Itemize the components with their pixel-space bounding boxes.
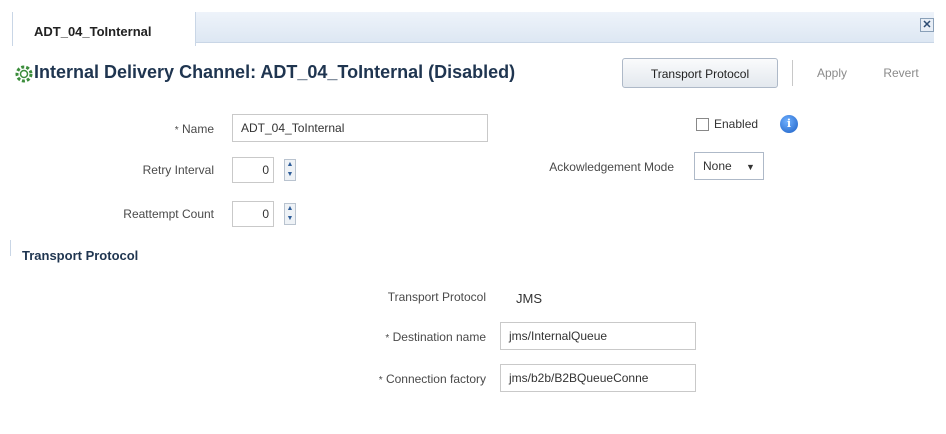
retry-interval-input[interactable]: 0 [232, 157, 274, 183]
enabled-checkbox[interactable] [696, 118, 709, 131]
retry-interval-label: Retry Interval [142, 163, 214, 177]
name-field[interactable]: ADT_04_ToInternal [232, 114, 488, 142]
transport-protocol-value: JMS [516, 291, 542, 306]
transport-protocol-label: Transport Protocol [387, 290, 486, 304]
destination-name-field[interactable]: jms/InternalQueue [500, 322, 696, 350]
revert-button[interactable]: Revert [870, 58, 932, 88]
destination-name-label: * Destination name [385, 330, 486, 344]
toolbar-separator [792, 60, 793, 86]
apply-button[interactable]: Apply [806, 58, 858, 88]
connection-factory-field[interactable]: jms/b2b/B2BQueueConne [500, 364, 696, 392]
reattempt-count-stepper[interactable]: ▲ ▼ [284, 203, 296, 225]
chevron-down-icon: ▼ [746, 162, 755, 172]
reattempt-count-input[interactable]: 0 [232, 201, 274, 227]
reattempt-count-label: Reattempt Count [123, 207, 214, 221]
transport-section-title: Transport Protocol [22, 248, 139, 263]
connection-factory-label: * Connection factory [378, 372, 486, 386]
page-title: Internal Delivery Channel: ADT_04_ToInte… [34, 62, 516, 82]
gear-icon [15, 65, 33, 83]
enabled-label: Enabled [714, 117, 759, 131]
close-icon[interactable]: ✕ [920, 18, 934, 32]
tab-label: ADT_04_ToInternal [34, 24, 152, 39]
info-icon[interactable]: i [780, 115, 798, 133]
name-label: * Name [174, 122, 214, 136]
transport-protocol-button[interactable]: Transport Protocol [622, 58, 778, 88]
section-marker [10, 240, 15, 256]
ack-mode-label: Ackowledgement Mode [549, 160, 674, 174]
retry-interval-stepper[interactable]: ▲ ▼ [284, 159, 296, 181]
